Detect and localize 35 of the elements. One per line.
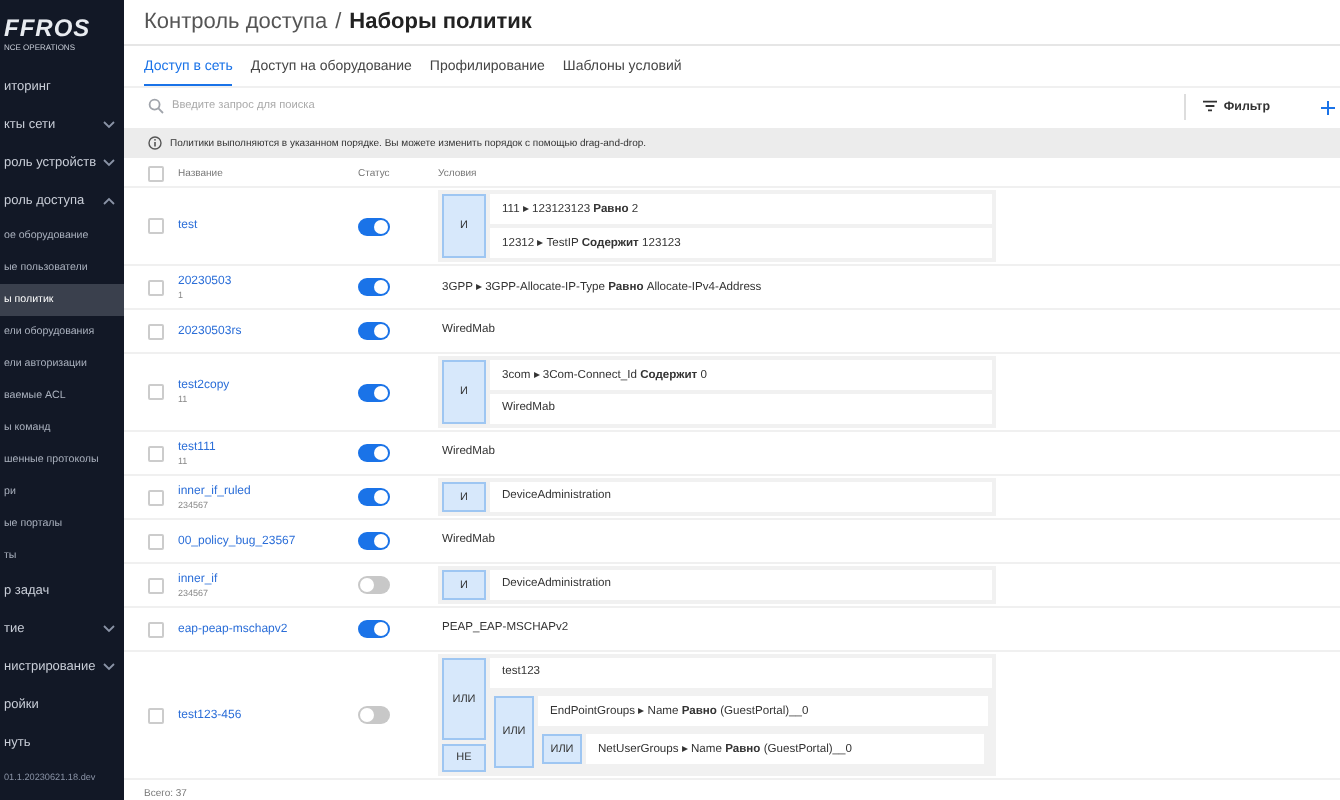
status-toggle[interactable] [358, 278, 390, 297]
row-checkbox[interactable] [147, 489, 163, 506]
status-toggle[interactable] [358, 383, 390, 402]
info-icon [148, 136, 162, 151]
status-toggle[interactable] [358, 322, 390, 341]
chevron-icon [102, 624, 116, 634]
breadcrumb-separator: / [335, 9, 342, 34]
filter-icon [1201, 100, 1218, 113]
page-title: Наборы политик [349, 9, 532, 34]
row-checkbox[interactable] [147, 445, 163, 462]
search-icon [148, 98, 164, 115]
plus-icon [1320, 99, 1336, 116]
add-button[interactable] [1320, 97, 1336, 116]
status-toggle[interactable] [358, 576, 390, 595]
chevron-icon [102, 196, 116, 206]
row-checkbox[interactable] [147, 533, 163, 550]
status-toggle[interactable] [358, 620, 390, 639]
chevron-icon [102, 662, 116, 672]
status-toggle[interactable] [358, 488, 390, 507]
chevron-icon [102, 158, 116, 168]
row-checkbox[interactable] [147, 577, 163, 594]
status-toggle[interactable] [358, 706, 390, 725]
status-toggle[interactable] [358, 532, 390, 551]
chevron-icon [102, 120, 116, 130]
breadcrumb-link[interactable]: Контроль доступа [144, 9, 328, 34]
logo: FFROS [4, 16, 91, 40]
row-checkbox[interactable] [147, 707, 163, 724]
row-checkbox[interactable] [147, 218, 163, 235]
status-toggle[interactable] [358, 444, 390, 463]
row-checkbox[interactable] [147, 279, 163, 296]
select-all-checkbox[interactable] [147, 165, 163, 182]
row-checkbox[interactable] [147, 621, 163, 638]
status-toggle[interactable] [358, 217, 390, 236]
row-checkbox[interactable] [147, 323, 163, 340]
row-checkbox[interactable] [147, 384, 163, 401]
